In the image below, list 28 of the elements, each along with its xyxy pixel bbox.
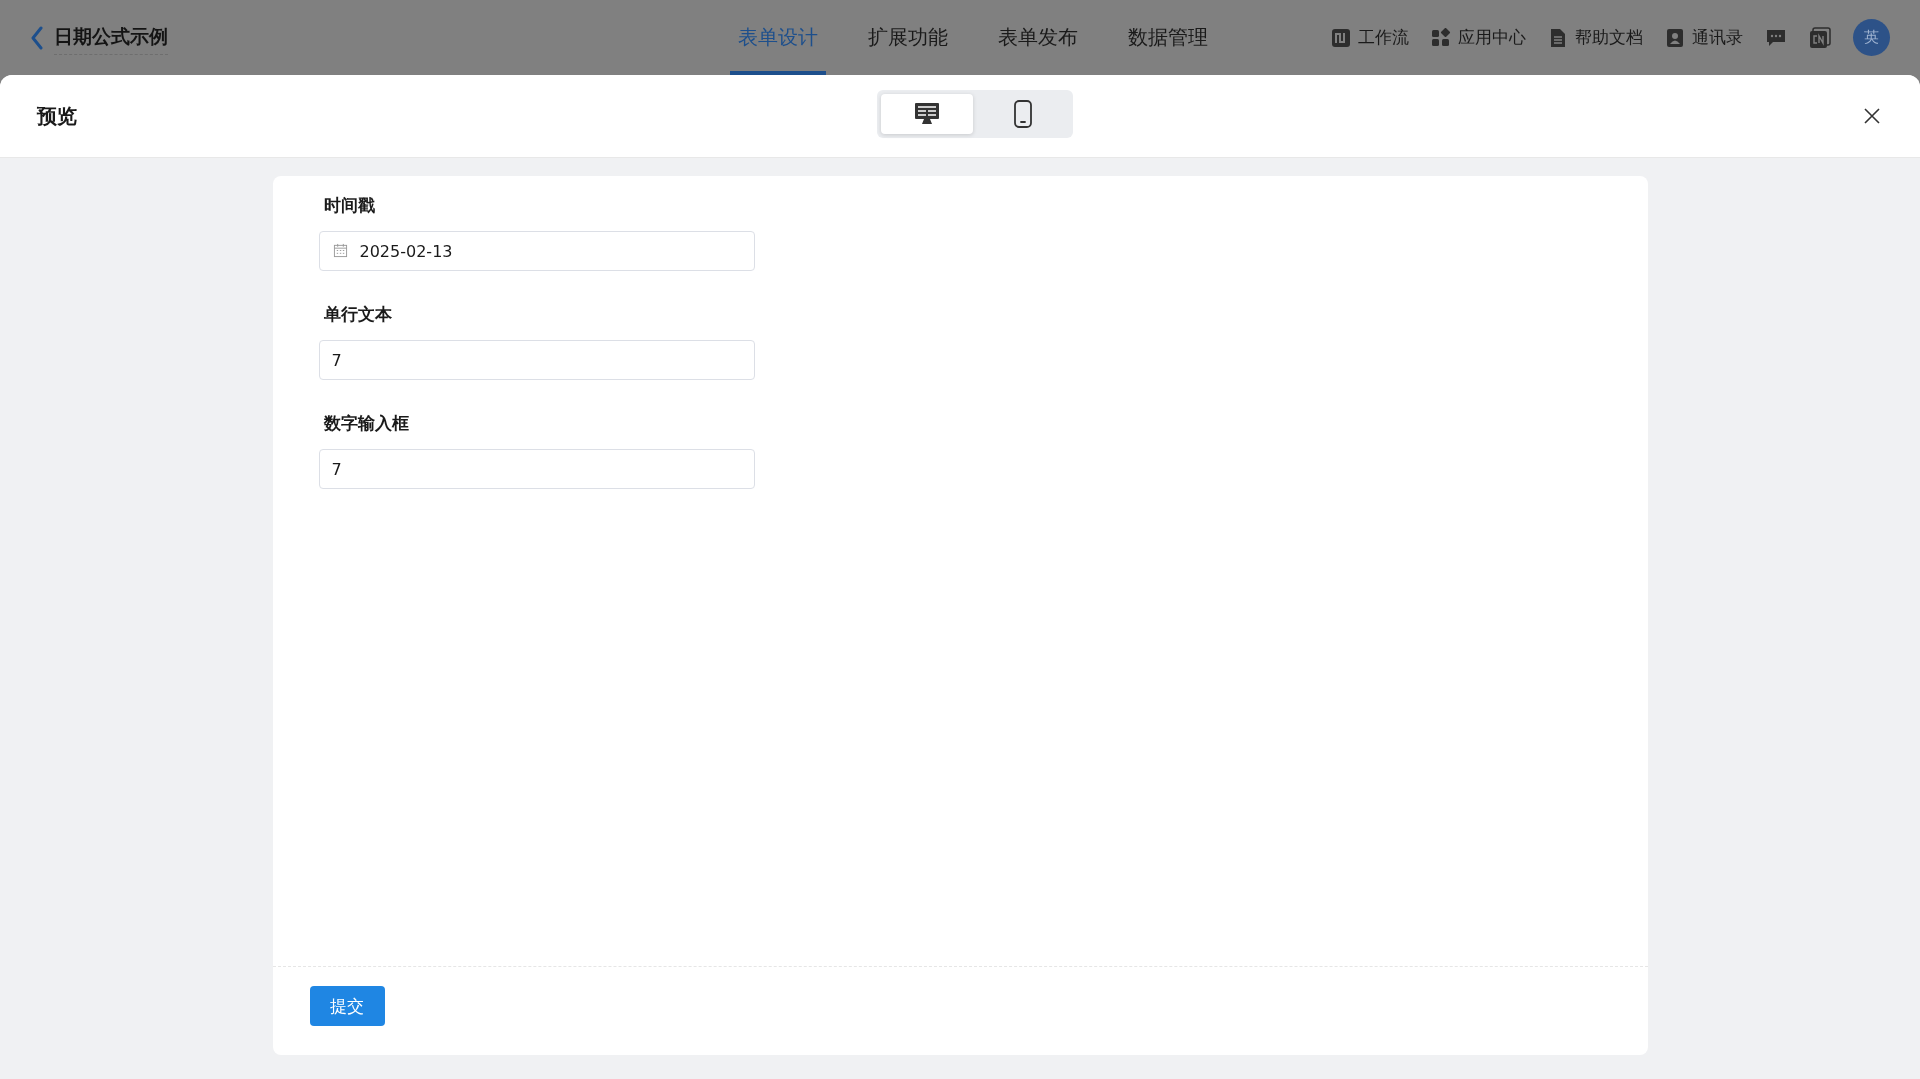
chat-icon[interactable] (1765, 27, 1787, 48)
calendar-icon (332, 243, 348, 258)
number-field[interactable]: 7 (318, 449, 755, 489)
language-icon[interactable] (1809, 26, 1831, 49)
dialog-title: 预览 (37, 102, 77, 130)
monitor-icon (914, 102, 940, 126)
phone-icon (1013, 100, 1033, 128)
user-avatar[interactable]: 英 (1853, 19, 1890, 56)
toolbar-link[interactable]: 应用中心 (1431, 26, 1526, 49)
app-title: 日期公式示例 (54, 24, 168, 55)
nav-tab[interactable]: 扩展功能 (860, 0, 956, 75)
field-label: 时间戳 (322, 194, 376, 217)
toolbar-link[interactable]: 通讯录 (1665, 26, 1743, 49)
apps-grid-icon (1431, 27, 1451, 48)
text-field[interactable]: 7 (318, 340, 755, 380)
desktop-view-button[interactable] (881, 94, 973, 134)
contact-book-icon (1665, 27, 1685, 48)
nav-tab[interactable]: 数据管理 (1120, 0, 1216, 75)
toolbar-link[interactable]: 帮助文档 (1548, 26, 1643, 49)
submit-button[interactable]: 提交 (309, 986, 385, 1026)
nav-tab[interactable]: 表单发布 (990, 0, 1086, 75)
field-label: 单行文本 (322, 303, 393, 326)
toolbar-link[interactable]: 工作流 (1331, 26, 1409, 49)
document-icon (1548, 27, 1568, 48)
close-icon[interactable] (1864, 108, 1880, 124)
date-field[interactable]: 2025-02-13 (318, 231, 755, 271)
field-label: 数字输入框 (322, 412, 410, 435)
workflow-icon (1331, 27, 1351, 48)
